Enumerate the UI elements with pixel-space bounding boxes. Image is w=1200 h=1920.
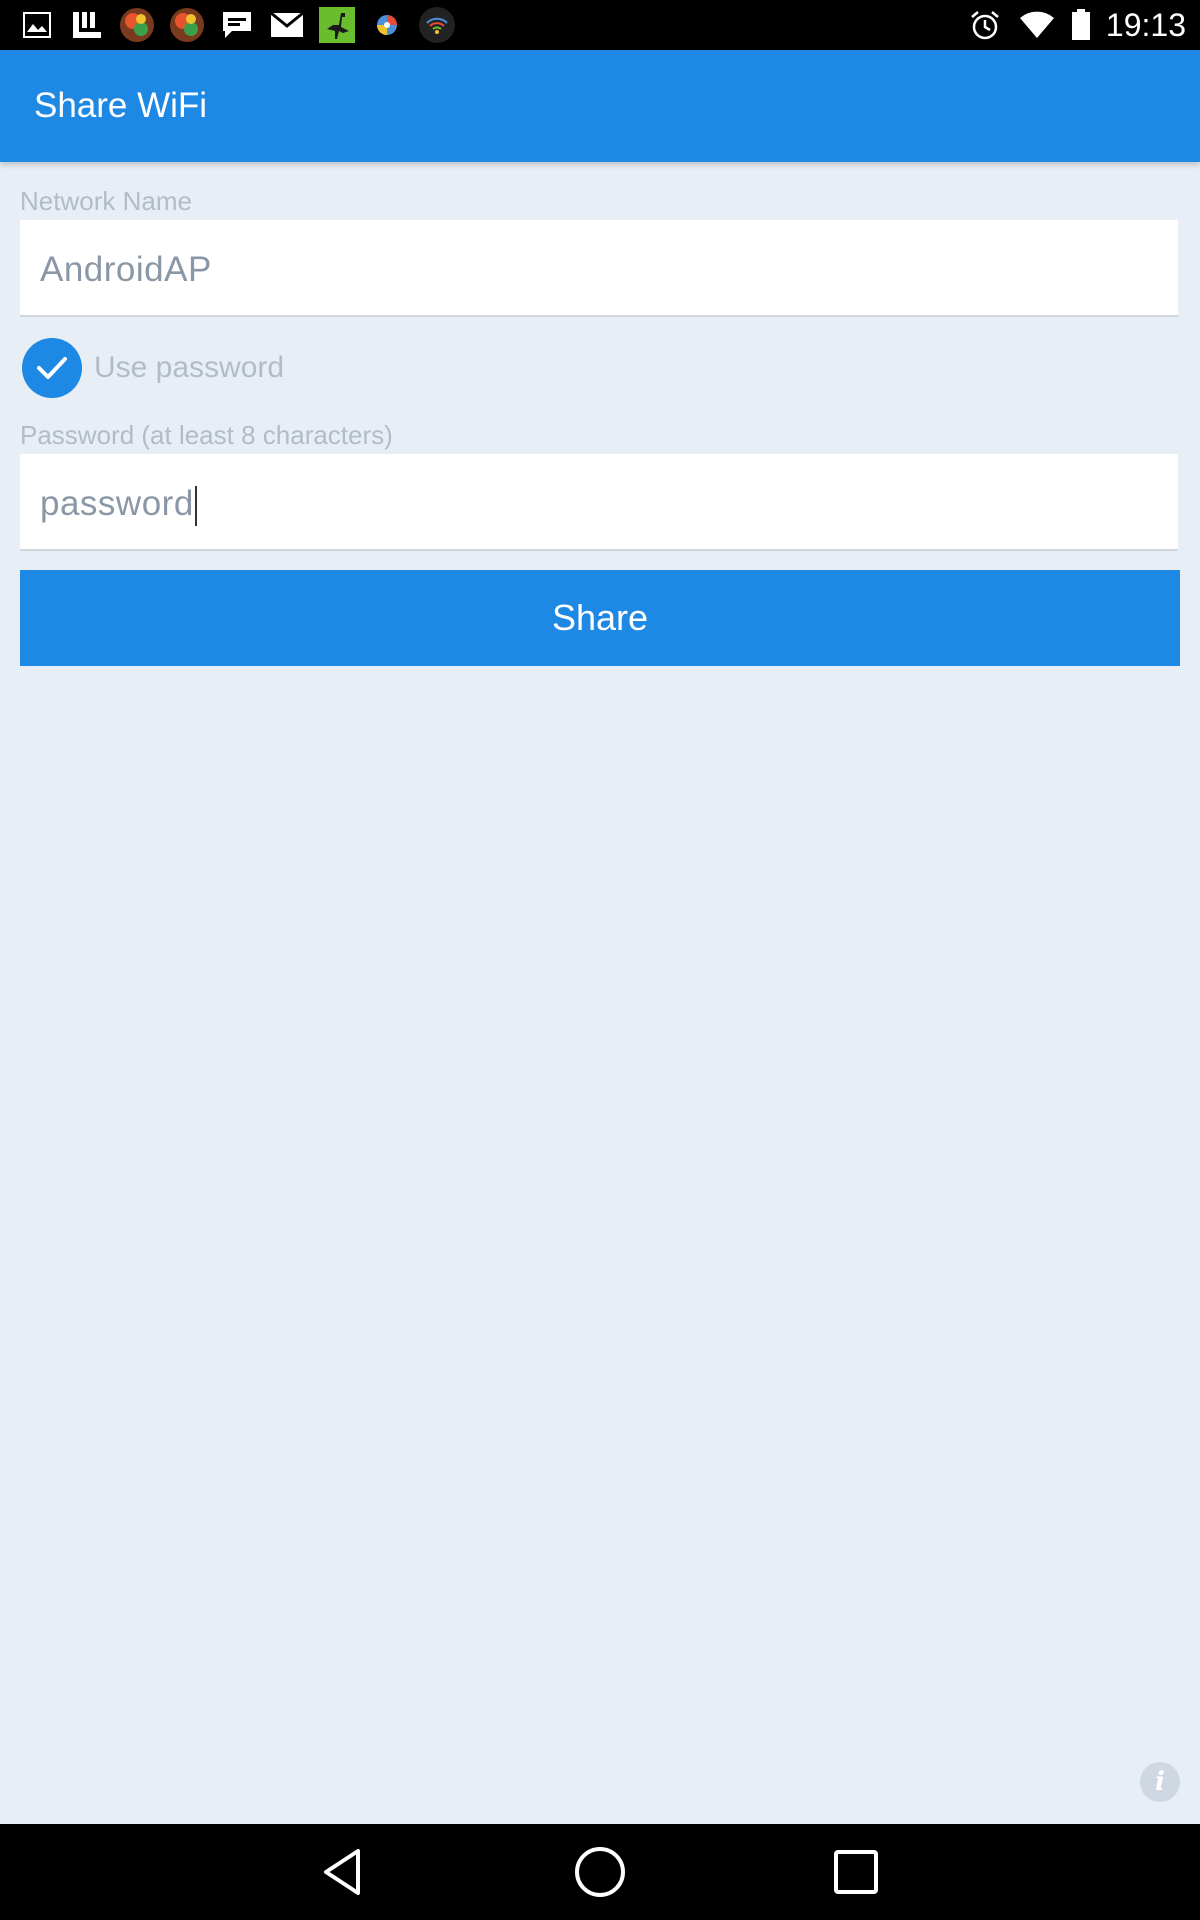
share-button[interactable]: Share	[20, 570, 1180, 666]
info-icon[interactable]: i	[1140, 1762, 1180, 1802]
network-name-field[interactable]: AndroidAP	[20, 220, 1178, 317]
app-icon	[68, 6, 106, 44]
clock: 19:13	[1105, 6, 1186, 43]
chat-icon	[218, 6, 256, 44]
password-value-wrap: password	[40, 484, 197, 526]
image-icon	[18, 6, 56, 44]
text-cursor	[194, 485, 197, 526]
use-password-label: Use password	[94, 351, 285, 384]
ostrich-icon	[318, 6, 356, 44]
page-title: Share WiFi	[34, 86, 208, 125]
checkmark-icon[interactable]	[22, 338, 82, 398]
ball-icon	[368, 6, 406, 44]
use-password-checkbox[interactable]: Use password	[22, 338, 284, 398]
alarm-icon	[966, 6, 1004, 44]
game-icon	[168, 6, 206, 44]
game-icon	[118, 6, 156, 44]
home-icon[interactable]	[570, 1844, 630, 1900]
notification-icons	[18, 6, 456, 44]
password-value: password	[40, 484, 194, 523]
wifi-icon	[1018, 6, 1056, 44]
battery-icon	[1070, 6, 1092, 44]
status-bar: 19:13	[0, 0, 1200, 50]
wifi-app-icon	[418, 6, 456, 44]
system-status: 19:13	[966, 0, 1186, 50]
password-field[interactable]: password	[20, 454, 1178, 551]
recents-icon[interactable]	[826, 1844, 886, 1900]
mail-icon	[268, 6, 306, 44]
network-name-label: Network Name	[20, 186, 192, 216]
password-label: Password (at least 8 characters)	[20, 420, 393, 450]
app-bar: Share WiFi	[0, 50, 1200, 162]
back-icon[interactable]	[312, 1844, 372, 1900]
network-name-value: AndroidAP	[40, 250, 212, 289]
navigation-bar	[0, 1824, 1200, 1920]
